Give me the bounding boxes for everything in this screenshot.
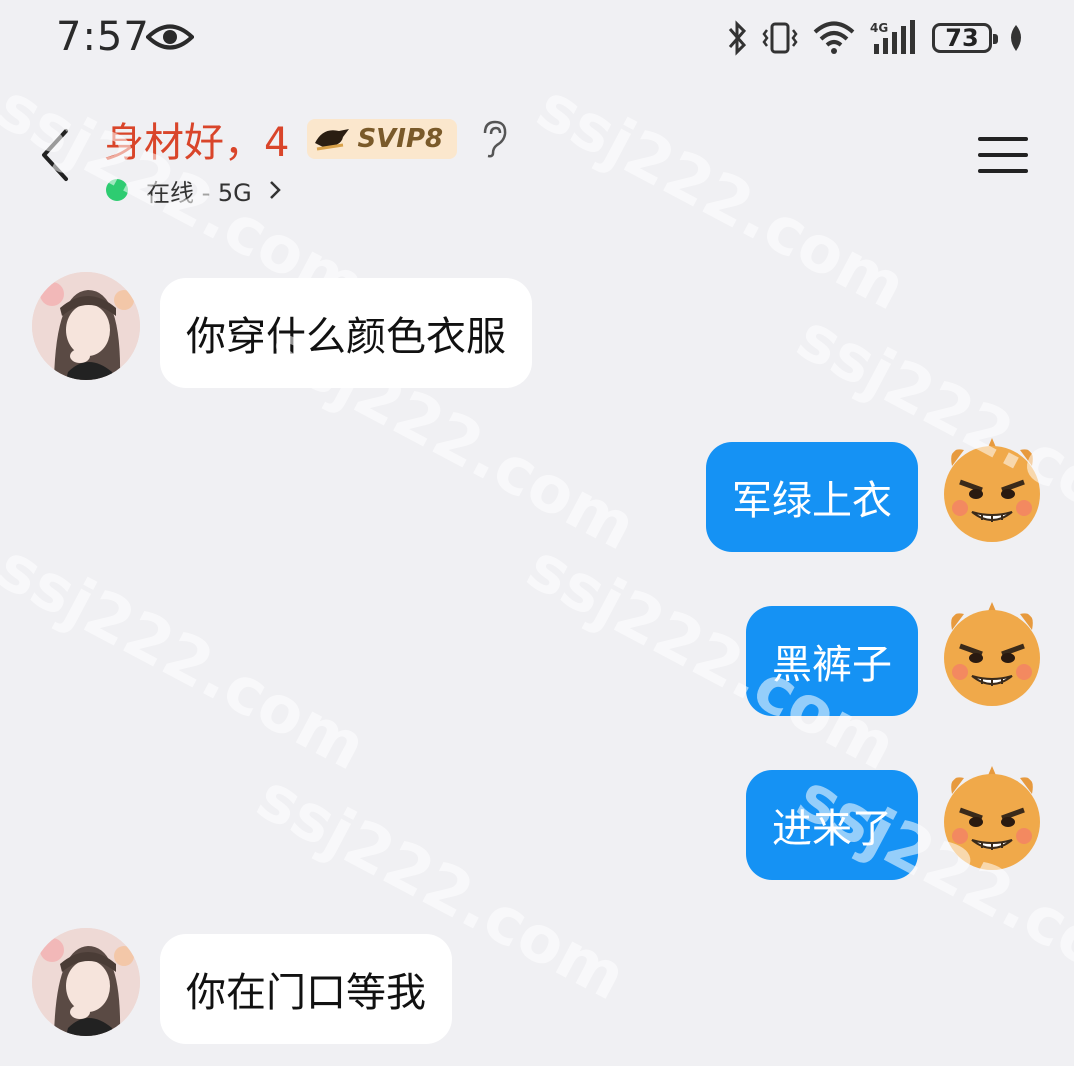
- message-row: 黑裤子: [0, 600, 1074, 716]
- status-icons: 4G 73: [726, 16, 1026, 60]
- eye-icon: [146, 24, 194, 50]
- status-bar: 7:57 4G 73: [0, 0, 1074, 78]
- status-time: 7:57: [56, 14, 150, 60]
- online-indicator: [106, 179, 128, 201]
- contact-title-row[interactable]: 身材好，4 SVIP8: [104, 111, 509, 167]
- message-row: 你穿什么颜色衣服: [0, 272, 1074, 388]
- online-status-row[interactable]: 在线 - 5G: [106, 175, 282, 207]
- online-status-text: 在线 - 5G: [146, 178, 252, 207]
- network-label: 4G: [870, 21, 888, 35]
- bluetooth-icon: [728, 20, 747, 56]
- message-bubble-incoming[interactable]: 你穿什么颜色衣服: [160, 278, 532, 388]
- message-row: 进来了: [0, 764, 1074, 880]
- user-avatar[interactable]: [938, 764, 1046, 872]
- leaf-icon: [1011, 25, 1021, 51]
- menu-icon[interactable]: [978, 135, 1028, 175]
- signal-4g-icon: 4G: [870, 20, 915, 54]
- message-bubble-outgoing[interactable]: 黑裤子: [746, 606, 918, 716]
- vip-label: SVIP8: [357, 124, 444, 154]
- vibrate-icon: [762, 22, 798, 54]
- vip-badge: SVIP8: [307, 119, 458, 159]
- contact-name: 身材好，4: [104, 120, 290, 166]
- ear-icon: [483, 120, 507, 158]
- battery-level: 73: [945, 24, 979, 52]
- chevron-right-icon: [269, 181, 281, 199]
- message-bubble-outgoing[interactable]: 军绿上衣: [706, 442, 918, 552]
- message-bubble-outgoing[interactable]: 进来了: [746, 770, 918, 880]
- contact-avatar[interactable]: [32, 272, 140, 380]
- message-row: 军绿上衣: [0, 436, 1074, 552]
- message-row: 你在门口等我: [0, 928, 1074, 1044]
- chat-header: 身材好，4 SVIP8 在线 - 5G: [0, 95, 1074, 225]
- wifi-icon: [813, 21, 855, 54]
- back-arrow-icon[interactable]: [34, 125, 78, 185]
- contact-avatar[interactable]: [32, 928, 140, 1036]
- vip-crown-icon: [315, 129, 350, 151]
- user-avatar[interactable]: [938, 600, 1046, 708]
- message-bubble-incoming[interactable]: 你在门口等我: [160, 934, 452, 1044]
- battery-icon: 73: [932, 23, 998, 53]
- user-avatar[interactable]: [938, 436, 1046, 544]
